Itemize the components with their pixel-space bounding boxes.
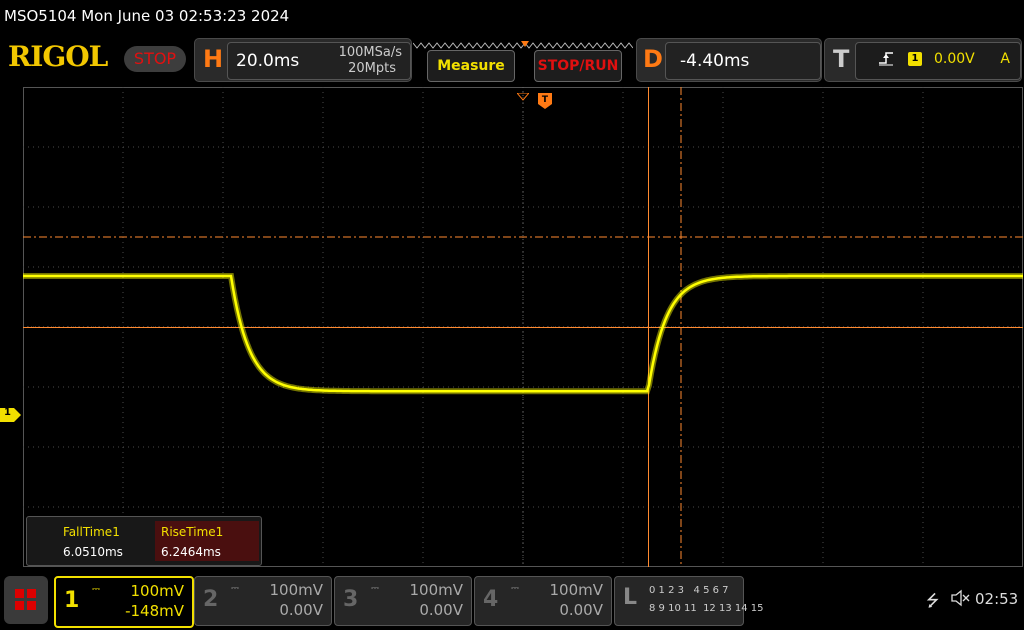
horizontal-settings[interactable]: 20.0ms 100MSa/s 20Mpts (227, 42, 411, 80)
run-state-badge[interactable]: STOP (124, 46, 186, 72)
menu-button[interactable] (4, 576, 48, 624)
channel4-number: 4 (483, 587, 499, 612)
trigger-position-icon (515, 86, 531, 101)
horizontal-panel[interactable]: H 20.0ms 100MSa/s 20Mpts (194, 38, 412, 82)
trigger-panel[interactable]: T 1 0.00V A (824, 38, 1022, 82)
dc-coupling-icon: ⎓ (371, 583, 379, 594)
dc-coupling-icon: ⎓ (511, 583, 519, 594)
trigger-mode: A (1000, 51, 1010, 67)
measure-button[interactable]: Measure (427, 50, 515, 82)
channel1-offset: -148mV (125, 602, 184, 620)
clock: 02:53 (975, 590, 1019, 608)
rising-edge-icon (878, 49, 894, 67)
trigger-settings[interactable]: 1 0.00V A (855, 42, 1021, 80)
trigger-channel-badge: 1 (908, 52, 922, 66)
channel1-panel[interactable]: 1 ⎓ 100mV -148mV (54, 576, 194, 628)
channel4-offset: 0.00V (559, 601, 603, 619)
measurement-panel[interactable]: FallTime1 6.0510ms RiseTime1 6.2464ms (26, 516, 262, 566)
horizontal-letter: H (203, 45, 224, 73)
usb-icon: ⭍ (926, 591, 940, 610)
measurement-fall-time[interactable]: FallTime1 6.0510ms (57, 521, 161, 561)
waveform-ch1-glow (23, 273, 1023, 395)
channel1-marker-label: 1 (4, 407, 11, 418)
memory-position-strip[interactable] (412, 36, 634, 49)
channel1-number: 1 (64, 588, 80, 613)
channel2-number: 2 (203, 587, 219, 612)
svg-text:T: T (542, 95, 549, 105)
title-bar: MSO5104 Mon June 03 02:53:23 2024 (0, 0, 1024, 32)
channel2-offset: 0.00V (279, 601, 323, 619)
waveform-display[interactable] (23, 87, 1023, 567)
channel1-scale: 100mV (130, 582, 184, 600)
dc-coupling-icon: ⎓ (92, 584, 100, 595)
measurement-value: 6.0510ms (63, 545, 123, 559)
logic-letter: L (623, 585, 638, 610)
sample-rate: 100MSa/s (338, 45, 402, 60)
device-datetime: MSO5104 Mon June 03 02:53:23 2024 (4, 7, 290, 25)
channel1-offset-marker[interactable]: 1 (0, 407, 22, 422)
measurement-rise-time[interactable]: RiseTime1 6.2464ms (155, 521, 259, 561)
waveform-grid (23, 87, 1023, 567)
timebase-value: 20.0ms (236, 51, 300, 71)
logic-channels-row2: 8 9 10 11 12 13 14 15 (649, 603, 764, 614)
measurement-name: FallTime1 (63, 525, 120, 539)
logic-channels-row1: 0 1 2 3 4 5 6 7 (649, 585, 729, 596)
channel4-panel[interactable]: 4 ⎓ 100mV 0.00V (474, 576, 612, 626)
channel2-panel[interactable]: 2 ⎓ 100mV 0.00V (194, 576, 332, 626)
trigger-level: 0.00V (934, 51, 975, 67)
grid-menu-icon (15, 589, 36, 610)
channel3-offset: 0.00V (419, 601, 463, 619)
trigger-letter: T (833, 45, 850, 73)
channel3-number: 3 (343, 587, 359, 612)
channel4-scale: 100mV (549, 581, 603, 599)
bottom-bar: 1 ⎓ 100mV -148mV 2 ⎓ 100mV 0.00V 3 ⎓ 100… (0, 572, 1024, 630)
dc-coupling-icon: ⎓ (231, 583, 239, 594)
measurement-value: 6.2464ms (161, 545, 221, 559)
channel2-scale: 100mV (269, 581, 323, 599)
channel3-scale: 100mV (409, 581, 463, 599)
delay-value: -4.40ms (680, 51, 750, 71)
measurement-name: RiseTime1 (161, 525, 224, 539)
top-bar: RIGOL STOP H 20.0ms 100MSa/s 20Mpts Meas… (0, 34, 1024, 86)
rigol-logo: RIGOL (8, 40, 108, 73)
speaker-muted-icon[interactable] (950, 588, 970, 608)
delay-settings[interactable]: -4.40ms (665, 42, 821, 80)
stop-run-button[interactable]: STOP/RUN (534, 50, 622, 82)
trigger-marker-icon[interactable]: T (538, 93, 552, 109)
delay-letter: D (643, 45, 663, 73)
logic-panel[interactable]: L 0 1 2 3 4 5 6 7 8 9 10 11 12 13 14 15 (614, 576, 764, 626)
waveform-ch1-trace (23, 274, 1023, 393)
channel3-panel[interactable]: 3 ⎓ 100mV 0.00V (334, 576, 472, 626)
memory-depth: 20Mpts (348, 61, 396, 76)
delay-panel[interactable]: D -4.40ms (636, 38, 822, 82)
